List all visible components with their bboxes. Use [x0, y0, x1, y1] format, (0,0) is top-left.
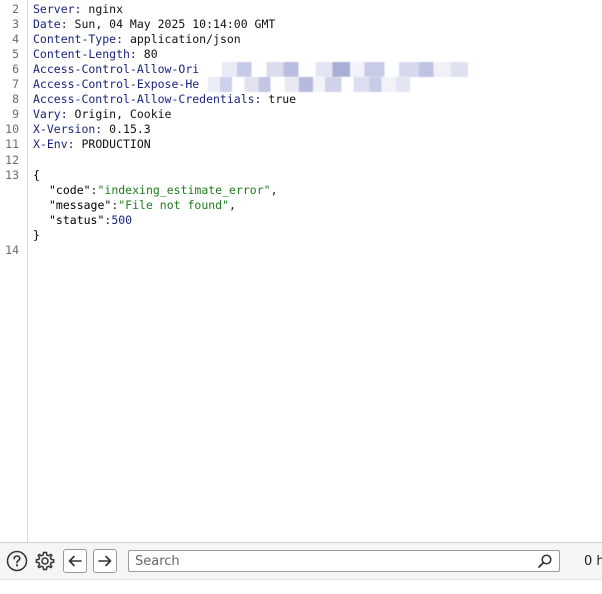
header-value: Origin, Cookie: [67, 107, 172, 121]
line-number: 7: [12, 77, 19, 91]
header-value: true: [261, 92, 297, 106]
json-key: "status": [49, 213, 105, 227]
arrow-left-icon: [68, 555, 82, 567]
header-value: PRODUCTION: [74, 137, 151, 151]
json-open-brace: {: [33, 168, 40, 182]
line-number: 3: [12, 17, 19, 31]
response-viewer[interactable]: 2 Server: nginx 3 Date: Sun, 04 May 2025…: [0, 0, 602, 542]
line-number: 4: [12, 32, 19, 46]
header-value: application/json: [123, 32, 241, 46]
header-name: X-Env:: [33, 137, 75, 151]
line-number: 9: [12, 107, 19, 121]
header-name: Server:: [33, 2, 82, 16]
header-name: Access-Control-Expose-He: [33, 77, 200, 91]
header-line: 3 Date: Sun, 04 May 2025 10:14:00 GMT: [0, 17, 602, 32]
header-value: 0.15.3: [102, 122, 151, 136]
header-line: 10 X-Version: 0.15.3: [0, 122, 602, 137]
gear-icon: [35, 551, 55, 571]
header-name: X-Version:: [33, 122, 103, 136]
header-line: 11 X-Env: PRODUCTION: [0, 137, 602, 152]
header-line: 8 Access-Control-Allow-Credentials: true: [0, 92, 602, 107]
header-line: 7 Access-Control-Expose-He: [0, 77, 602, 92]
header-line: 4 Content-Type: application/json: [0, 32, 602, 47]
header-value: Sun, 04 May 2025 10:14:00 GMT: [67, 17, 276, 31]
line-number: 10: [5, 122, 19, 136]
search-input[interactable]: [135, 552, 530, 570]
bottom-strip: [0, 579, 602, 594]
header-line: 9 Vary: Origin, Cookie: [0, 107, 602, 122]
json-key: "message": [49, 198, 112, 212]
search-icon[interactable]: [537, 553, 553, 569]
redacted-value: [222, 62, 468, 77]
json-string-value: "File not found": [118, 198, 230, 212]
json-body: 13 { "code":"indexing_estimate_error", "…: [0, 168, 602, 243]
line-number: 5: [12, 47, 19, 61]
previous-match-button[interactable]: [63, 549, 87, 573]
line-number: 11: [5, 137, 19, 151]
settings-button[interactable]: [33, 549, 57, 573]
line-number: 8: [12, 92, 19, 106]
json-status-entry: "status":500: [49, 213, 133, 227]
header-line: 2 Server: nginx: [0, 2, 602, 17]
json-key: "code": [49, 183, 91, 197]
header-line: 5 Content-Length: 80: [0, 47, 602, 62]
json-close-brace: }: [33, 228, 40, 242]
line-number: 12: [5, 153, 19, 167]
search-field[interactable]: [128, 550, 560, 572]
line-number: 14: [5, 243, 19, 257]
header-value: nginx: [81, 2, 124, 16]
help-button[interactable]: [5, 549, 29, 573]
json-code-entry: "code":"indexing_estimate_error",: [49, 183, 278, 197]
header-name: Vary:: [33, 107, 68, 121]
help-circle-icon: [6, 550, 28, 572]
arrow-right-icon: [98, 555, 112, 567]
header-line: 6 Access-Control-Allow-Ori: [0, 62, 602, 77]
line-number: 2: [12, 2, 19, 16]
blank-line: 12: [0, 153, 602, 168]
header-name: Access-Control-Allow-Credentials:: [33, 92, 262, 106]
json-number-value: 500: [111, 213, 133, 227]
next-match-button[interactable]: [93, 549, 117, 573]
line-number: 6: [12, 62, 19, 76]
json-message-entry: "message":"File not found",: [49, 198, 236, 212]
header-name: Date:: [33, 17, 68, 31]
search-toolbar: 0 highlights: [0, 542, 602, 580]
header-name: Content-Length:: [33, 47, 137, 61]
line-number: 13: [5, 168, 19, 182]
json-string-value: "indexing_estimate_error": [97, 183, 271, 197]
match-count: 0 highlights: [584, 554, 602, 569]
header-name: Content-Type:: [33, 32, 124, 46]
redacted-value: [208, 77, 410, 92]
header-value: 80: [136, 47, 158, 61]
end-line: 14: [0, 243, 602, 258]
header-name: Access-Control-Allow-Ori: [33, 62, 200, 76]
